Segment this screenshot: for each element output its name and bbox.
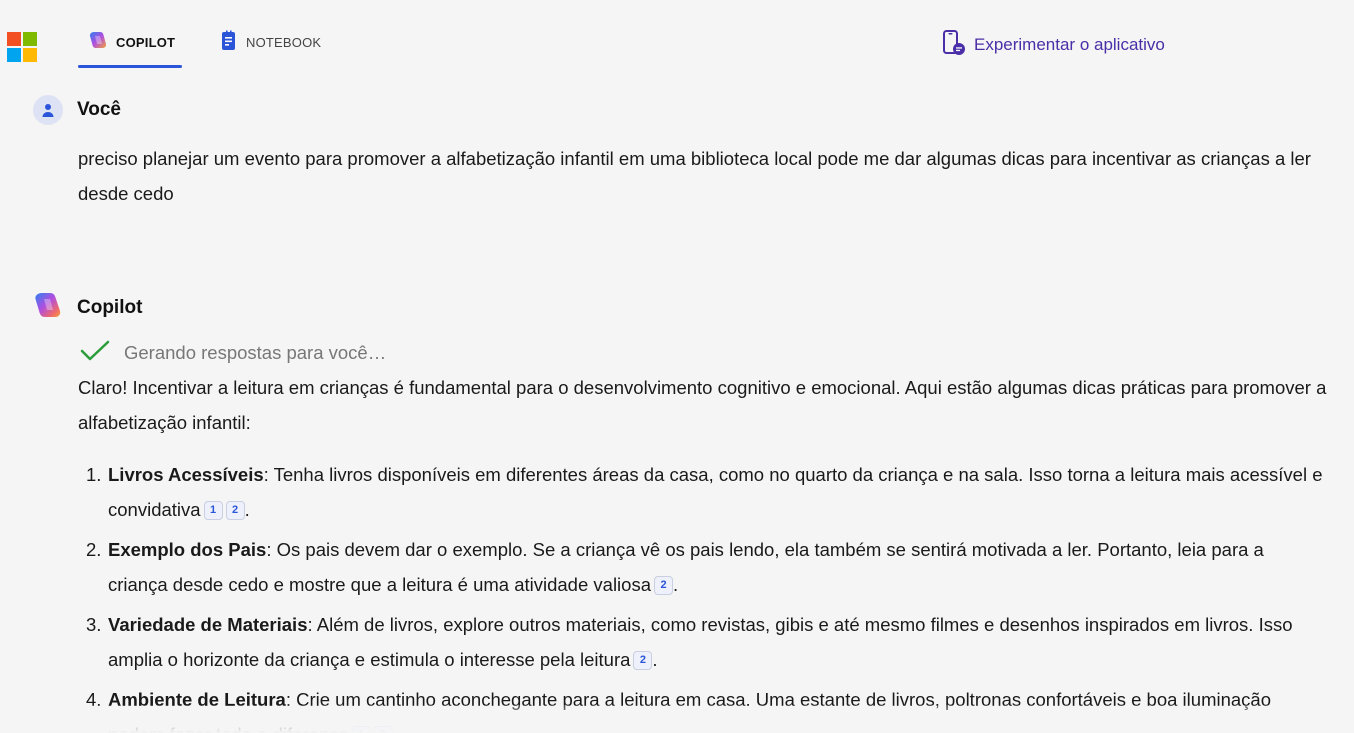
citation-badge[interactable]: 2 [654, 576, 673, 595]
list-item-end: . [673, 574, 679, 595]
copilot-icon [88, 30, 108, 53]
list-item-text: : Tenha livros disponíveis em diferentes… [108, 464, 1323, 520]
microsoft-logo-icon[interactable] [7, 32, 37, 62]
notebook-icon [220, 30, 238, 55]
citation-badge[interactable]: 2 [633, 651, 653, 670]
scroll-fade-overlay [0, 705, 1354, 733]
user-avatar-icon [33, 95, 63, 125]
top-bar: COPILOT NOTEBOOK Experimentar o aplicati… [0, 0, 1354, 70]
list-item-end: . [244, 499, 250, 520]
user-message-text: preciso planejar um evento para promover… [78, 148, 1311, 204]
list-item-text: : Os pais devem dar o exemplo. Se a cria… [108, 539, 1264, 595]
answer-list: 1. Livros Acessíveis: Tenha livros dispon… [78, 457, 1328, 733]
citation-badge[interactable]: 2 [225, 501, 245, 520]
try-app-label: Experimentar o aplicativo [974, 35, 1165, 54]
list-item-title: Livros Acessíveis [108, 464, 264, 485]
copilot-message-header: Copilot [33, 290, 142, 326]
list-item-number: 3. [86, 614, 102, 635]
list-item: 1. Livros Acessíveis: Tenha livros dispon… [78, 457, 1328, 527]
copilot-author-name: Copilot [77, 297, 143, 318]
copilot-avatar-icon [33, 290, 63, 326]
user-author-name: Você [77, 99, 122, 120]
list-item-title: Variedade de Materiais [108, 614, 308, 635]
generation-status: Gerando respostas para você… [80, 338, 386, 368]
try-app-link[interactable]: Experimentar o aplicativo [942, 29, 1165, 62]
checkmark-icon [80, 340, 110, 367]
list-item-title: Exemplo dos Pais [108, 539, 267, 560]
tab-copilot[interactable]: COPILOT [88, 30, 175, 70]
list-item: 3. Variedade de Materiais: Além de livros… [78, 607, 1328, 677]
list-item-number: 2. [86, 539, 102, 560]
user-message-header: Você [33, 95, 121, 125]
citation-badge[interactable]: 1 [203, 501, 223, 520]
tab-copilot-label: COPILOT [116, 35, 176, 50]
list-item-end: . [652, 649, 658, 670]
list-item: 2. Exemplo dos Pais: Os pais devem dar o … [78, 532, 1328, 602]
status-text: Gerando respostas para você… [124, 342, 387, 363]
active-tab-indicator [78, 65, 182, 68]
phone-chat-icon [942, 29, 966, 62]
copilot-intro-text: Claro! Incentivar a leitura em crianças … [78, 377, 1327, 433]
tab-notebook-label: NOTEBOOK [246, 35, 322, 50]
tab-notebook[interactable]: NOTEBOOK [220, 30, 321, 70]
list-item-number: 1. [86, 464, 102, 485]
